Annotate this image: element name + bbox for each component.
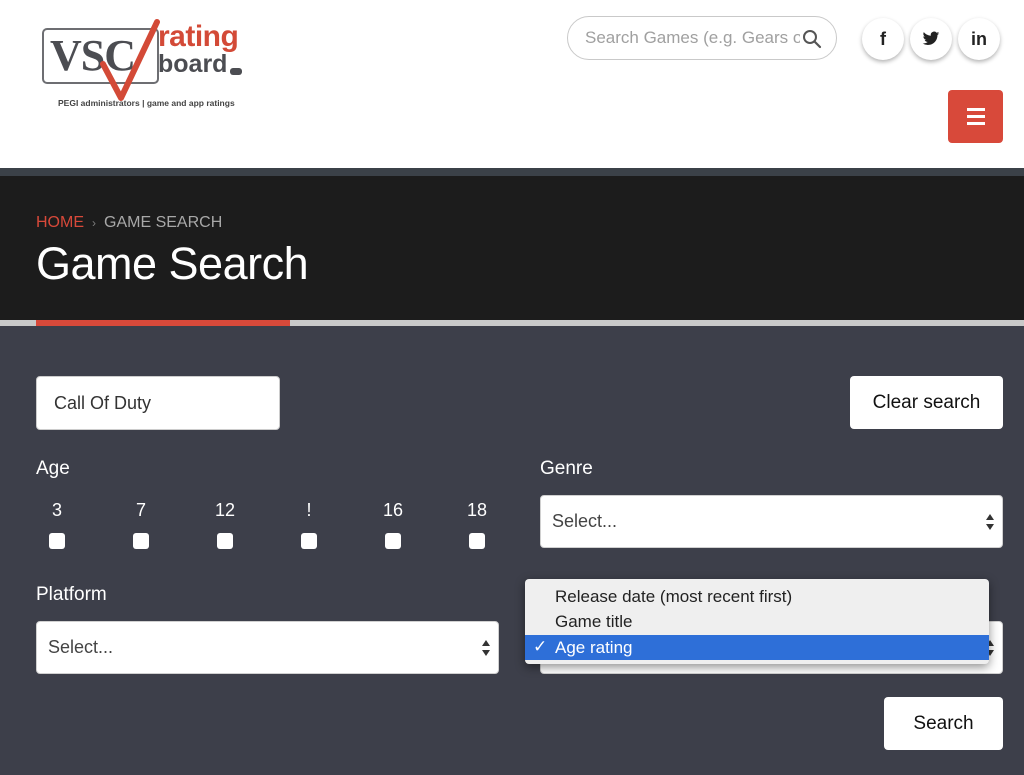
age-option-label: 16 <box>382 500 404 520</box>
age-checkbox[interactable] <box>385 533 401 549</box>
genre-label: Genre <box>540 458 593 479</box>
sort-dropdown-menu: Release date (most recent first) Game ti… <box>525 579 989 664</box>
facebook-icon[interactable]: f <box>862 18 904 60</box>
vsc-logo[interactable]: VSC rating board PEGI administrators | g… <box>40 18 270 118</box>
menu-bar <box>967 122 985 125</box>
age-option-label: 3 <box>51 500 62 520</box>
age-checkbox[interactable] <box>469 533 485 549</box>
gamepad-icon <box>230 68 242 75</box>
age-checkbox[interactable] <box>217 533 233 549</box>
header-separator <box>0 168 1024 176</box>
twitter-icon[interactable] <box>910 18 952 60</box>
search-button[interactable]: Search <box>884 697 1003 750</box>
chevron-right-icon: › <box>92 216 96 230</box>
logo-tagline: PEGI administrators | game and app ratin… <box>58 98 235 108</box>
logo-board-text: board <box>158 50 228 78</box>
age-option-label: 7 <box>135 500 146 520</box>
genre-select-value: Select... <box>552 511 618 531</box>
game-search-input[interactable] <box>36 376 280 430</box>
age-option-label: ! <box>306 500 312 520</box>
platform-label: Platform <box>36 584 107 605</box>
checkmark-icon: ✓ <box>533 637 548 656</box>
sort-option-game-title[interactable]: Game title <box>525 609 989 634</box>
age-checkbox[interactable] <box>49 533 65 549</box>
breadcrumb-home-link[interactable]: HOME <box>36 214 84 231</box>
clear-search-button[interactable]: Clear search <box>850 376 1003 429</box>
menu-bar <box>967 115 985 118</box>
select-arrows-icon <box>986 514 994 530</box>
age-checkbox[interactable] <box>301 533 317 549</box>
logo-rating-text: rating <box>158 20 239 53</box>
breadcrumb: HOME › GAME SEARCH <box>36 214 222 232</box>
age-label: Age <box>36 458 70 479</box>
twitter-bird-glyph <box>922 31 940 46</box>
age-checkbox[interactable] <box>133 533 149 549</box>
sort-option-age-rating[interactable]: ✓ Age rating <box>525 635 989 660</box>
menu-bar <box>967 108 985 111</box>
checkmark-icon <box>100 19 160 101</box>
header-search-input[interactable] <box>585 26 800 50</box>
linkedin-icon[interactable]: in <box>958 18 1000 60</box>
page-title: Game Search <box>36 238 309 289</box>
hamburger-menu-button[interactable] <box>948 90 1003 143</box>
search-icon[interactable] <box>802 29 822 49</box>
breadcrumb-current: GAME SEARCH <box>104 214 223 231</box>
platform-select-value: Select... <box>48 637 114 657</box>
header-search <box>567 16 837 60</box>
age-option-label: 12 <box>214 500 236 520</box>
select-arrows-icon <box>482 640 490 656</box>
platform-select[interactable]: Select... <box>36 621 499 674</box>
sort-option-release-date[interactable]: Release date (most recent first) <box>525 584 989 609</box>
age-option-label: 18 <box>466 500 488 520</box>
banner-accent <box>36 320 290 326</box>
genre-select[interactable]: Select... <box>540 495 1003 548</box>
